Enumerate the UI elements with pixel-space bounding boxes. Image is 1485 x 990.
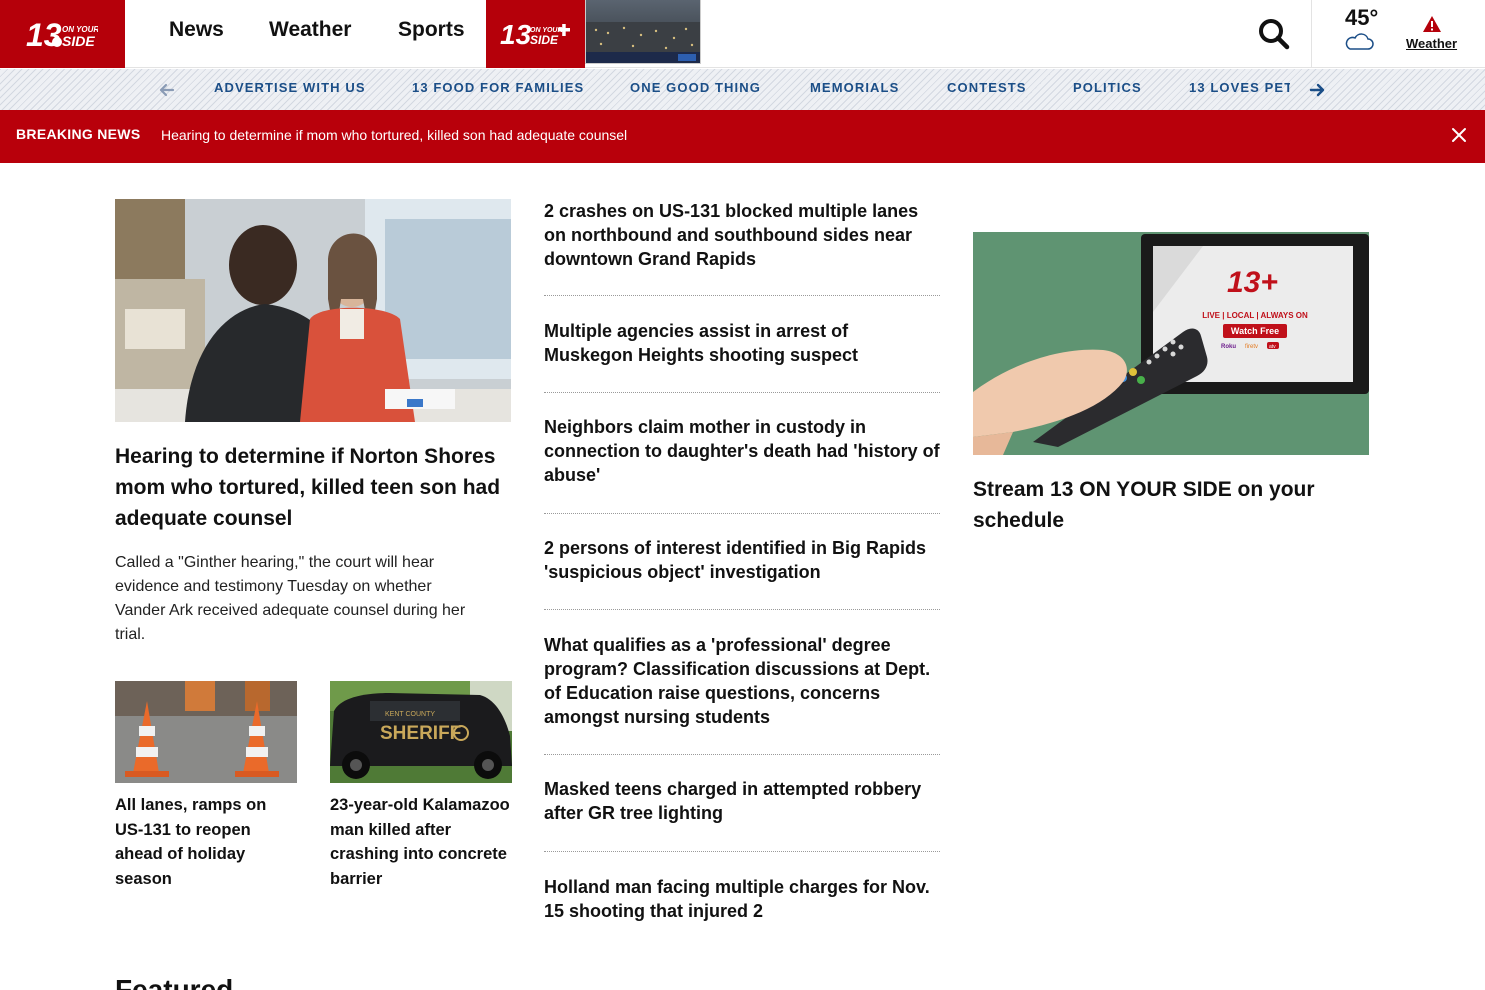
svg-text:SIDE: SIDE (530, 33, 559, 47)
headline-divider (544, 754, 940, 755)
svg-text:13: 13 (500, 19, 532, 50)
stream-promo-title[interactable]: Stream 13 ON YOUR SIDE on your schedule (973, 474, 1369, 536)
live-camera-thumbnail[interactable] (585, 0, 701, 64)
subnav-politics[interactable]: POLITICS (1073, 80, 1142, 95)
subnav-prev-arrow-icon[interactable] (157, 80, 177, 100)
subnav-loves-pets[interactable]: 13 LOVES PETS (1189, 80, 1290, 95)
headline-item[interactable]: Masked teens charged in attempted robber… (544, 777, 940, 825)
headline-item[interactable]: Holland man facing multiple charges for … (544, 875, 940, 923)
svg-text:KENT COUNTY: KENT COUNTY (385, 711, 435, 718)
promo-screen-logo: atv (1269, 344, 1276, 350)
headline-item[interactable]: 2 persons of interest identified in Big … (544, 536, 940, 584)
lead-story-summary: Called a "Ginther hearing," the court wi… (115, 554, 466, 643)
promo-screen-logo: firetv (1245, 344, 1258, 350)
sheriff-vehicle-image[interactable]: KENT COUNTY SHERIFF (330, 681, 512, 783)
subnav-next-arrow-icon[interactable] (1307, 80, 1327, 100)
headline-item[interactable]: 2 crashes on US-131 blocked multiple lan… (544, 199, 940, 271)
small-story-title[interactable]: 23-year-old Kalamazoo man killed after c… (330, 793, 512, 891)
small-story-title[interactable]: All lanes, ramps on US-131 to reopen ahe… (115, 793, 297, 891)
headline-item[interactable]: What qualifies as a 'professional' degre… (544, 633, 940, 729)
alert-triangle-icon[interactable] (1422, 15, 1442, 38)
temperature-readout[interactable]: 45° (1345, 5, 1378, 31)
headline-divider (544, 851, 940, 852)
stream-promo-image[interactable]: 13+ LIVE | LOCAL | ALWAYS ON Watch Free … (973, 232, 1369, 455)
cloud-icon (1344, 33, 1374, 56)
headline-divider (544, 513, 940, 514)
station-logo[interactable]: 13 ON YOUR SIDE (0, 0, 125, 68)
subnav-contests[interactable]: CONTESTS (947, 80, 1027, 95)
subnav-overflow: 13 LOVES PETS (1186, 69, 1290, 110)
subnav-food-for-families[interactable]: 13 FOOD FOR FAMILIES (412, 80, 584, 95)
nav-news[interactable]: News (169, 18, 224, 42)
promo-screen-button: Watch Free (1231, 326, 1279, 336)
breaking-news-bar: BREAKING NEWS Hearing to determine if mo… (0, 110, 1485, 163)
site-header: 13 ON YOUR SIDE News Weather Sports 13 O… (0, 0, 1485, 68)
svg-text:SHERIFF: SHERIFF (380, 723, 461, 744)
close-icon[interactable] (1448, 124, 1470, 146)
headline-item[interactable]: Neighbors claim mother in custody in con… (544, 415, 940, 487)
secondary-nav: ADVERTISE WITH US 13 FOOD FOR FAMILIES O… (0, 69, 1485, 110)
lead-story-image[interactable] (115, 199, 511, 422)
traffic-cones-image[interactable] (115, 681, 297, 783)
header-divider (1311, 0, 1312, 68)
promo-screen-tagline: LIVE | LOCAL | ALWAYS ON (1202, 311, 1308, 320)
nav-weather[interactable]: Weather (269, 18, 351, 42)
promo-screen-logo: Roku (1221, 344, 1236, 350)
headline-item[interactable]: Multiple agencies assist in arrest of Mu… (544, 319, 940, 367)
small-story-card[interactable]: All lanes, ramps on US-131 to reopen ahe… (115, 681, 297, 891)
subnav-one-good-thing[interactable]: ONE GOOD THING (630, 80, 761, 95)
breaking-news-tag: BREAKING NEWS (16, 126, 141, 142)
subnav-memorials[interactable]: MEMORIALS (810, 80, 899, 95)
weather-alerts-link[interactable]: Weather (1406, 36, 1457, 51)
lead-story-title[interactable]: Hearing to determine if Norton Shores mo… (115, 441, 515, 534)
headline-divider (544, 295, 940, 296)
nav-sports[interactable]: Sports (398, 18, 465, 42)
headline-divider (544, 609, 940, 610)
svg-text:13+: 13+ (1227, 266, 1278, 299)
svg-text:SIDE: SIDE (62, 33, 95, 49)
plus-streaming-link[interactable]: 13 ON YOUR SIDE (486, 0, 585, 68)
search-icon[interactable] (1256, 16, 1292, 52)
featured-heading: Featured (115, 974, 234, 990)
small-story-card[interactable]: KENT COUNTY SHERIFF 23-year-old Kalamazo… (330, 681, 512, 891)
subnav-advertise[interactable]: ADVERTISE WITH US (214, 80, 366, 95)
breaking-news-headline[interactable]: Hearing to determine if mom who tortured… (161, 127, 627, 143)
headline-divider (544, 392, 940, 393)
